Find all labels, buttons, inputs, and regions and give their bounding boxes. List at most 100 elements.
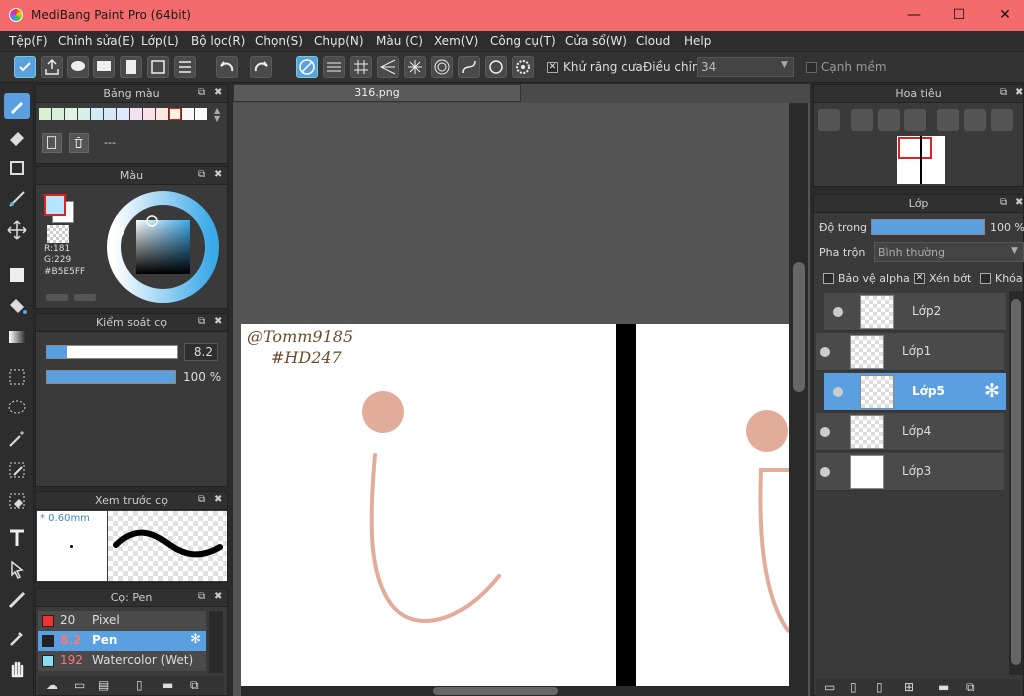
rotate-left-icon[interactable]	[937, 109, 959, 131]
popout-icon[interactable]: ⧉	[198, 592, 209, 603]
perspective-snap-icon[interactable]	[377, 56, 399, 78]
palette-scroll-icon[interactable]: ▲ ▼	[214, 107, 220, 123]
rotate-right-icon[interactable]	[991, 109, 1013, 131]
protect-alpha-checkbox[interactable]	[823, 273, 834, 284]
close-icon[interactable]: ✖	[214, 317, 225, 328]
checklist-icon[interactable]	[174, 56, 196, 78]
popout-icon[interactable]: ⧉	[1000, 198, 1011, 209]
color-wheel[interactable]	[103, 187, 223, 307]
menu-snap[interactable]: Chụp(N)	[314, 34, 364, 48]
palette-swatch[interactable]	[195, 108, 207, 120]
popout-icon[interactable]: ⧉	[198, 170, 209, 181]
menu-select[interactable]: Chọn(S)	[255, 34, 303, 48]
brush-folder-icon[interactable]: ▬	[162, 678, 173, 692]
close-icon[interactable]: ✖	[1015, 198, 1024, 209]
cloud-brush-icon[interactable]: ☁	[46, 678, 58, 692]
palette-swatch[interactable]	[182, 108, 194, 120]
popout-icon[interactable]: ⧉	[198, 495, 209, 506]
document-tab[interactable]: 316.png	[233, 84, 521, 102]
layer-item-lop2[interactable]: Lớp2	[824, 293, 1006, 331]
brush-tool-icon[interactable]	[4, 93, 30, 119]
layer-settings-gear-icon[interactable]: ✻	[984, 380, 1000, 402]
eye-icon[interactable]	[820, 347, 830, 357]
palette-swatch[interactable]	[78, 108, 90, 120]
close-icon[interactable]: ✖	[214, 495, 225, 506]
lock-checkbox[interactable]	[980, 273, 991, 284]
palette-swatch[interactable]	[117, 108, 129, 120]
grid-snap-icon[interactable]	[350, 56, 372, 78]
layer-folder-icon[interactable]: ▬	[938, 680, 949, 694]
zoom-in-icon[interactable]	[851, 109, 873, 131]
layer-item-lop3[interactable]: Lớp3	[816, 453, 1004, 491]
brush-menu-icon[interactable]: ▤	[98, 678, 109, 692]
eye-icon[interactable]	[833, 387, 843, 397]
menu-view[interactable]: Xem(V)	[434, 34, 478, 48]
hand-tool-icon[interactable]	[4, 656, 30, 682]
eye-icon[interactable]	[820, 427, 830, 437]
zoom-out-icon[interactable]	[904, 109, 926, 131]
brush-item-pixel[interactable]: 20 Pixel	[38, 611, 206, 631]
new-8bit-layer-icon[interactable]: ▯	[850, 680, 857, 694]
close-icon[interactable]: ✖	[214, 592, 225, 603]
palette-swatch[interactable]	[169, 108, 181, 120]
brush-item-pen[interactable]: 8.2 Pen ✻	[38, 631, 206, 651]
undo-icon[interactable]	[216, 56, 238, 78]
eyedropper-tool-icon[interactable]	[4, 625, 30, 651]
eye-icon[interactable]	[820, 467, 830, 477]
canvas-area[interactable]: 316.png @Tomm9185 #HD247	[233, 84, 810, 696]
adjust-dropdown[interactable]: 34 ▼	[697, 57, 794, 77]
palette-swatch[interactable]	[91, 108, 103, 120]
cloud-sync-icon[interactable]	[14, 56, 36, 78]
drawing-canvas[interactable]: @Tomm9185 #HD247	[241, 324, 789, 696]
brush-settings-gear-icon[interactable]: ✻	[190, 632, 201, 647]
brush-size-value[interactable]: 8.2	[184, 343, 218, 361]
palette-swatch[interactable]	[156, 108, 168, 120]
snap-off-icon[interactable]	[296, 56, 318, 78]
menu-layer[interactable]: Lớp(L)	[141, 34, 179, 48]
brush-list-scrollbar[interactable]	[209, 611, 223, 673]
delete-palette-button[interactable]	[69, 133, 89, 153]
parallel-snap-icon[interactable]	[323, 56, 345, 78]
brush-duplicate-icon[interactable]: ⧉	[190, 678, 199, 693]
lasso-tool-icon[interactable]	[4, 395, 30, 421]
new-layer-icon[interactable]: ▭	[824, 680, 835, 694]
add-layer-menu-icon[interactable]: ⊞	[904, 680, 914, 694]
fit-screen-icon[interactable]	[878, 109, 900, 131]
brush-opacity-slider[interactable]	[46, 370, 176, 384]
curve-snap-icon[interactable]	[458, 56, 480, 78]
clip-checkbox[interactable]: ✕	[914, 273, 925, 284]
palette-swatch[interactable]	[130, 108, 142, 120]
ellipse-snap-icon[interactable]	[485, 56, 507, 78]
blend-mode-dropdown[interactable]: Bình thường ▼	[874, 242, 1024, 262]
menu-cloud[interactable]: Cloud	[636, 34, 670, 48]
concentric-snap-icon[interactable]	[431, 56, 453, 78]
foreground-color-swatch[interactable]	[44, 194, 66, 216]
color-mode-button[interactable]	[46, 294, 68, 301]
layer-list-scrollbar[interactable]	[1009, 291, 1023, 675]
menu-file[interactable]: Tệp(F)	[9, 34, 48, 48]
bucket-tool-icon[interactable]	[4, 293, 30, 319]
transparent-color-swatch[interactable]	[47, 225, 69, 243]
menu-filter[interactable]: Bộ lọc(R)	[191, 34, 245, 48]
comment-icon[interactable]	[93, 56, 115, 78]
eraser-tool-icon[interactable]	[4, 124, 30, 150]
palette-swatch[interactable]	[104, 108, 116, 120]
smudge-tool-icon[interactable]	[4, 186, 30, 212]
dot-tool-icon[interactable]	[4, 155, 30, 181]
new-palette-button[interactable]	[42, 133, 62, 153]
close-button[interactable]: ✕	[995, 6, 1015, 26]
palette-swatches[interactable]	[39, 108, 211, 124]
add-brush-icon[interactable]: ▭	[74, 678, 85, 692]
palette-swatch[interactable]	[65, 108, 77, 120]
soft-edge-checkbox[interactable]	[806, 62, 817, 73]
minimize-button[interactable]: —	[904, 6, 924, 26]
workspace[interactable]: @Tomm9185 #HD247	[233, 103, 810, 696]
radial-snap-icon[interactable]	[404, 56, 426, 78]
palette-swatch[interactable]	[143, 108, 155, 120]
brush-item-watercolor[interactable]: 192 Watercolor (Wet)	[38, 651, 206, 671]
share-icon[interactable]	[41, 56, 63, 78]
menu-help[interactable]: Help	[684, 34, 711, 48]
select-rect-tool-icon[interactable]	[4, 364, 30, 390]
close-icon[interactable]: ✖	[214, 88, 225, 99]
operation-tool-icon[interactable]	[4, 556, 30, 582]
